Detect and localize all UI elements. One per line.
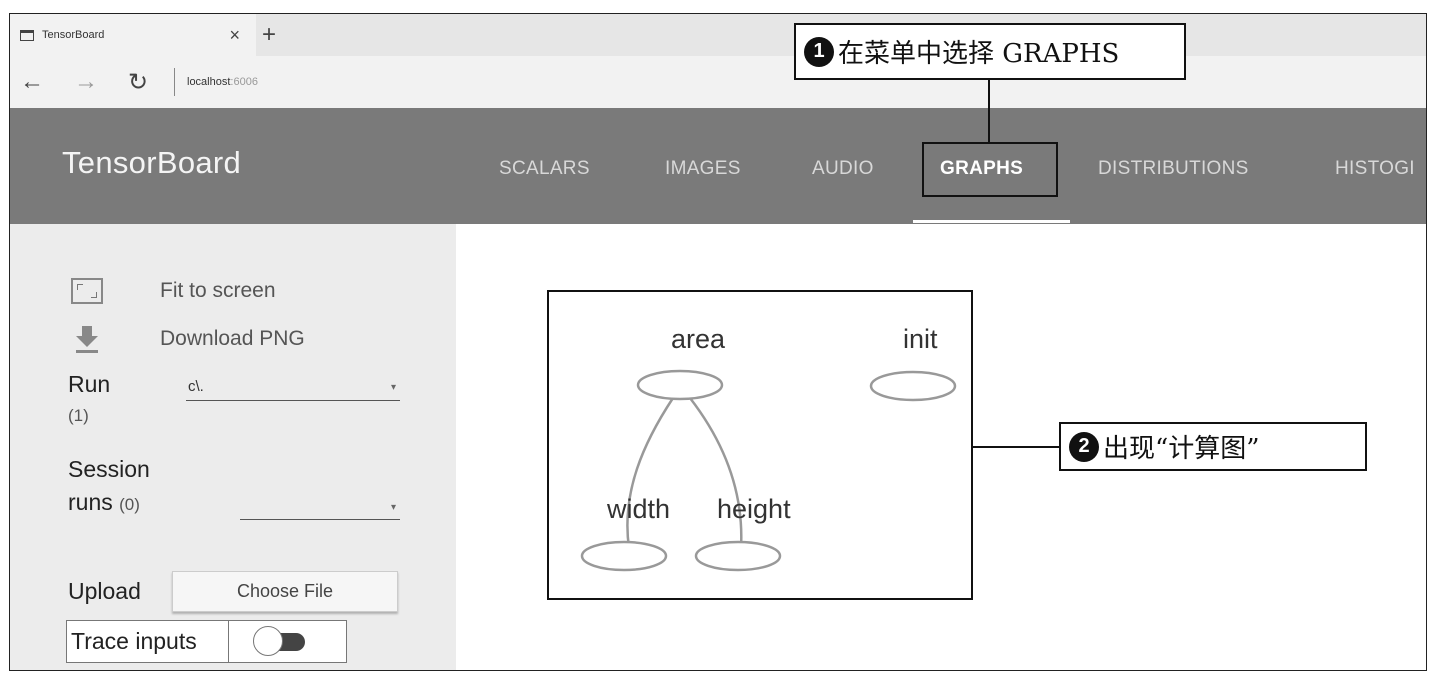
tab-audio[interactable]: AUDIO xyxy=(812,158,874,180)
active-tab-indicator xyxy=(913,220,1070,223)
back-arrow-icon[interactable]: ← xyxy=(20,68,74,96)
download-icon xyxy=(70,324,104,354)
run-label: Run xyxy=(68,371,111,397)
session-select[interactable]: ▾ xyxy=(240,494,400,520)
screenshot-frame: TensorBoard × + ← → ↻ localhost:6006 Ten… xyxy=(9,13,1427,671)
url-port: :6006 xyxy=(230,76,258,88)
trace-inputs-row: Trace inputs xyxy=(66,620,347,663)
chevron-down-icon: ▾ xyxy=(390,502,396,513)
node-init[interactable] xyxy=(869,370,957,402)
trace-inputs-toggle[interactable] xyxy=(253,625,305,656)
node-height[interactable] xyxy=(694,540,782,572)
callout-step-1: 1 在菜单中选择 GRAPHS xyxy=(794,23,1186,80)
fit-to-screen-button[interactable]: Fit to screen xyxy=(70,276,276,306)
session-label: Session xyxy=(68,456,150,482)
upload-label: Upload xyxy=(68,578,141,604)
fit-screen-icon xyxy=(70,276,104,306)
new-tab-button[interactable]: + xyxy=(262,21,276,49)
chevron-down-icon: ▾ xyxy=(390,382,396,393)
trace-inputs-label: Trace inputs xyxy=(67,621,229,662)
node-label-width: width xyxy=(607,494,671,524)
page-icon xyxy=(20,29,34,41)
toggle-knob xyxy=(253,625,283,656)
refresh-icon[interactable]: ↻ xyxy=(128,68,168,97)
runs-label: runs xyxy=(68,489,113,515)
download-png-button[interactable]: Download PNG xyxy=(70,324,305,354)
step-2-text: 出现“计算图” xyxy=(1103,434,1260,464)
download-png-label: Download PNG xyxy=(160,327,305,350)
choose-file-button[interactable]: Choose File xyxy=(172,571,398,612)
callout-1-connector xyxy=(988,79,990,143)
browser-tab[interactable]: TensorBoard × xyxy=(10,14,256,56)
node-width[interactable] xyxy=(580,540,668,572)
url-host: localhost xyxy=(187,76,231,88)
session-runs-label: runs (0) xyxy=(68,489,140,516)
graphs-highlight-box xyxy=(922,142,1058,197)
run-count: (1) xyxy=(68,406,89,425)
address-bar: ← → ↻ localhost:6006 xyxy=(10,56,1426,108)
close-tab-icon[interactable]: × xyxy=(229,25,240,46)
step-1-text: 在菜单中选择 GRAPHS xyxy=(838,39,1120,69)
step-2-badge: 2 xyxy=(1069,431,1099,462)
run-select-value: c\. xyxy=(188,378,204,395)
run-select[interactable]: c\. ▾ xyxy=(186,374,400,401)
tab-distributions[interactable]: DISTRIBUTIONS xyxy=(1098,158,1249,180)
url-field[interactable]: localhost:6006 xyxy=(187,76,258,88)
browser-tab-title: TensorBoard xyxy=(42,29,105,41)
step-1-badge: 1 xyxy=(804,36,834,67)
session-count: (0) xyxy=(119,495,140,514)
tab-images[interactable]: IMAGES xyxy=(665,158,741,180)
callout-step-2: 2 出现“计算图” xyxy=(1059,422,1367,471)
graph-canvas[interactable]: area init width height xyxy=(547,290,973,600)
edge-area-height xyxy=(689,397,743,549)
browser-tabstrip: TensorBoard × + xyxy=(10,14,1426,56)
node-label-init: init xyxy=(903,324,938,354)
tab-scalars[interactable]: SCALARS xyxy=(499,158,590,180)
forward-arrow-icon[interactable]: → xyxy=(74,68,128,96)
node-area[interactable] xyxy=(636,369,724,401)
callout-2-connector xyxy=(973,446,1059,448)
tensorboard-header: TensorBoard SCALARS IMAGES AUDIO GRAPHS … xyxy=(10,108,1426,224)
edge-area-width xyxy=(626,397,675,549)
sidebar: Fit to screen Download PNG Run (1) c\. ▾… xyxy=(10,224,456,670)
node-label-height: height xyxy=(717,494,791,524)
node-label-area: area xyxy=(671,324,726,354)
address-separator xyxy=(174,68,175,96)
tab-histograms[interactable]: HISTOGI xyxy=(1335,158,1415,180)
app-title: TensorBoard xyxy=(62,145,242,180)
fit-to-screen-label: Fit to screen xyxy=(160,279,276,302)
